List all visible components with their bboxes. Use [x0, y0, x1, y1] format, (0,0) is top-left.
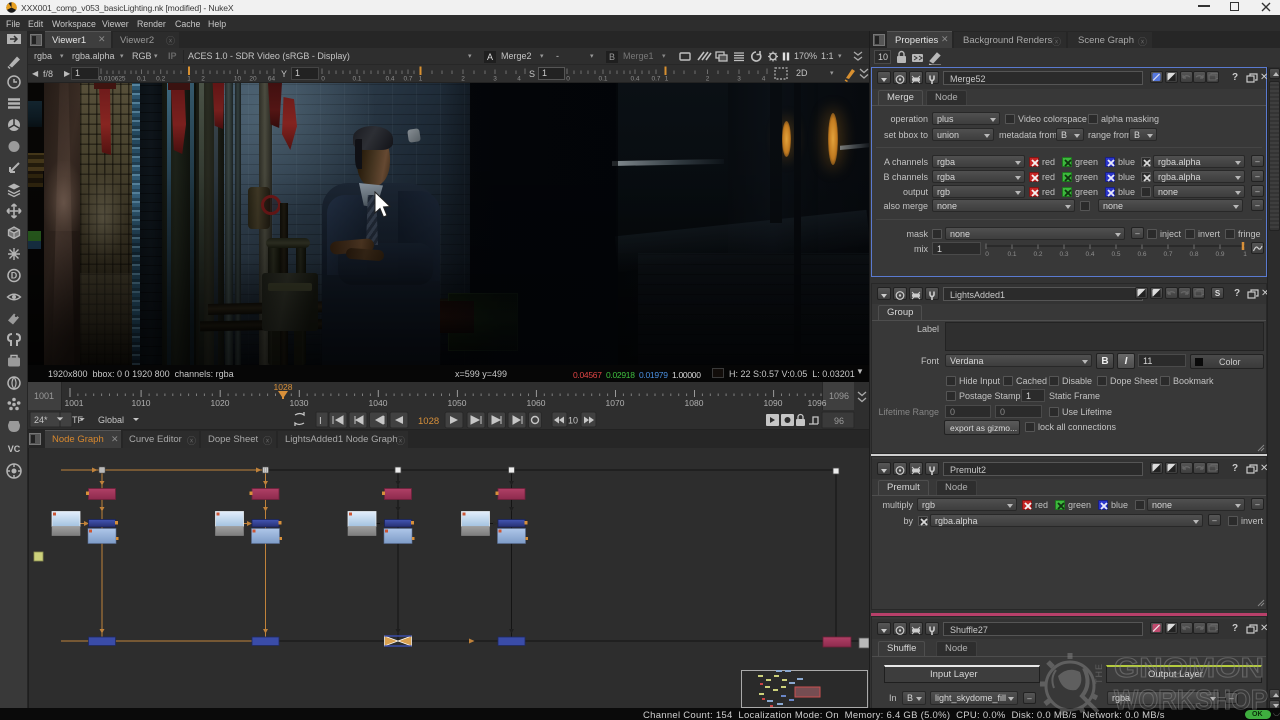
svg-text:4: 4: [517, 76, 521, 83]
svg-text:2: 2: [461, 76, 465, 83]
svg-text:Global: Global: [98, 415, 124, 425]
svg-text:1070: 1070: [606, 398, 625, 408]
svg-text:0.5: 0.5: [1111, 251, 1120, 257]
svg-text:1028: 1028: [418, 416, 439, 427]
svg-text:0.7: 0.7: [403, 76, 412, 83]
svg-text:4: 4: [762, 76, 766, 83]
svg-text:1020: 1020: [211, 398, 230, 408]
svg-text:THE: THE: [1094, 663, 1104, 684]
svg-text:64: 64: [268, 76, 276, 83]
svg-text:0: 0: [985, 251, 989, 257]
svg-text:D: D: [11, 271, 18, 281]
svg-text:3: 3: [737, 76, 741, 83]
svg-text:1096: 1096: [808, 398, 827, 408]
svg-text:0.1: 0.1: [598, 76, 607, 83]
svg-text:1040: 1040: [369, 398, 388, 408]
svg-text:1: 1: [419, 76, 423, 83]
svg-text:24*: 24*: [34, 415, 48, 425]
svg-text:1: 1: [1243, 251, 1247, 257]
svg-text:0.4: 0.4: [385, 76, 394, 83]
svg-text:1060: 1060: [527, 398, 546, 408]
svg-text:VC: VC: [8, 444, 21, 454]
svg-text:0: 0: [566, 76, 570, 83]
svg-text:0.4: 0.4: [630, 76, 639, 83]
svg-text:0.2: 0.2: [156, 76, 165, 83]
svg-text:0.7: 0.7: [1163, 251, 1172, 257]
svg-text:0.2: 0.2: [1033, 251, 1042, 257]
svg-text:1001: 1001: [65, 398, 84, 408]
svg-text:96: 96: [834, 416, 844, 426]
svg-text:2: 2: [201, 76, 205, 83]
svg-text:10: 10: [568, 416, 578, 426]
svg-text:0.4: 0.4: [1085, 251, 1094, 257]
svg-text:0.7: 0.7: [651, 76, 660, 83]
svg-text:1010: 1010: [132, 398, 151, 408]
svg-text:0.8: 0.8: [1189, 251, 1198, 257]
svg-text:3: 3: [493, 76, 497, 83]
svg-text:0.1: 0.1: [1007, 251, 1016, 257]
svg-text:WORKSHOP: WORKSHOP: [1114, 684, 1268, 715]
svg-text:0.3: 0.3: [1059, 251, 1068, 257]
svg-text:1030: 1030: [290, 398, 309, 408]
svg-text:0.010625: 0.010625: [98, 76, 125, 83]
svg-text:0.1: 0.1: [137, 76, 146, 83]
svg-text:1028: 1028: [274, 382, 293, 392]
svg-text:20: 20: [249, 76, 257, 83]
svg-text:2: 2: [706, 76, 710, 83]
svg-text:0: 0: [321, 76, 325, 83]
svg-text:1: 1: [665, 76, 669, 83]
svg-text:1: 1: [187, 76, 191, 83]
svg-text:1090: 1090: [764, 398, 783, 408]
svg-text:GNOMON: GNOMON: [1114, 652, 1264, 683]
svg-text:10: 10: [234, 76, 242, 83]
svg-text:I: I: [319, 416, 322, 427]
svg-text:0.6: 0.6: [1137, 251, 1146, 257]
svg-text:0.9: 0.9: [1215, 251, 1224, 257]
svg-text:1080: 1080: [685, 398, 704, 408]
svg-text:0.1: 0.1: [352, 76, 361, 83]
svg-text:1050: 1050: [448, 398, 467, 408]
